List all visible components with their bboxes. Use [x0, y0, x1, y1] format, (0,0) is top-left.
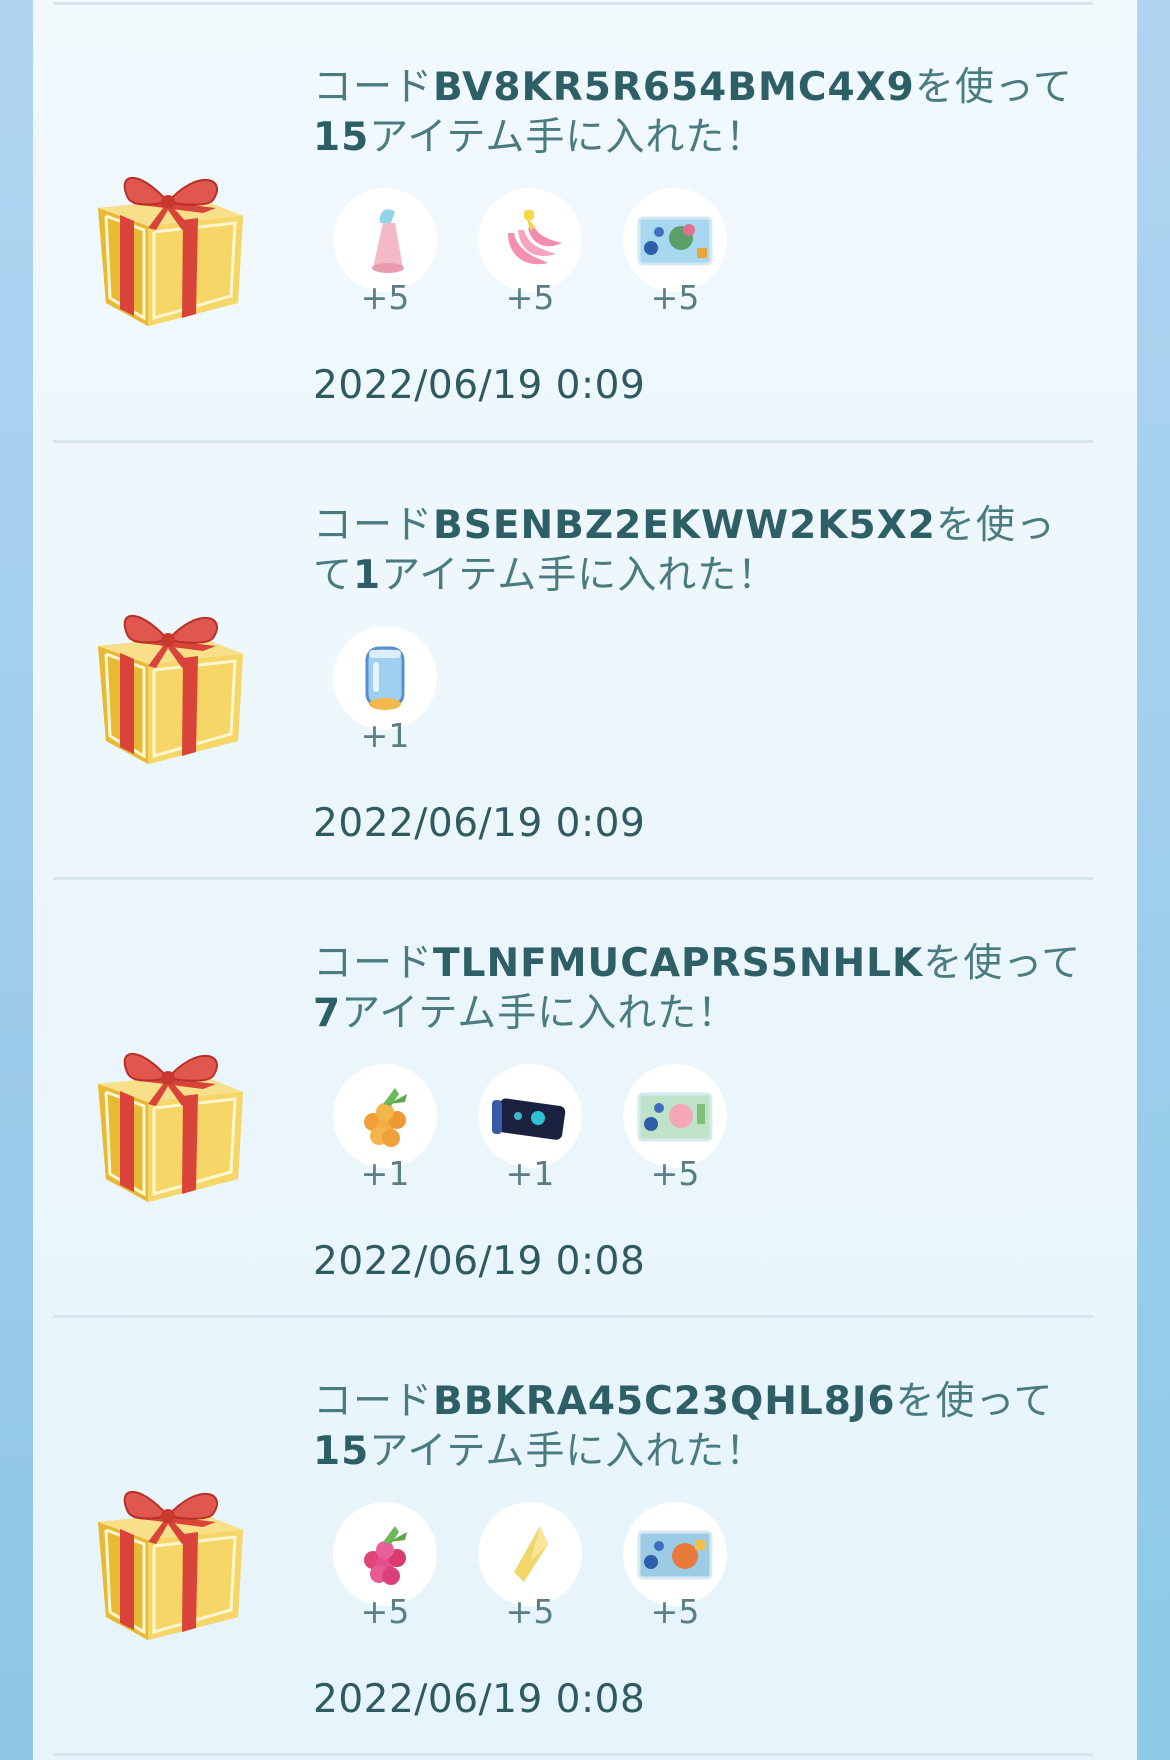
redeem-message: コードBBKRA45C23QHL8J6を使って15アイテム手に入れた！: [313, 1379, 1054, 1474]
razz-berry-icon: [333, 1502, 437, 1606]
reward-item: +1: [333, 626, 438, 755]
item-amount: +5: [650, 1592, 700, 1631]
reward-item: +5: [623, 1064, 728, 1193]
item-amount: +5: [505, 278, 555, 317]
item-count: 1: [353, 553, 382, 598]
item-amount: +5: [505, 1592, 555, 1631]
gift-box-icon: [78, 1452, 248, 1652]
star-piece-icon: [478, 1502, 582, 1606]
reward-item: +1: [333, 1064, 438, 1193]
item-amount: +5: [650, 278, 700, 317]
gift-box-icon: [78, 138, 248, 338]
list-item: コードBSENBZ2EKWW2K5X2を使って1アイテム手に入れた！ +1 20…: [33, 446, 1137, 884]
item-count: 15: [313, 1429, 370, 1474]
promo-code: TLNFMUCAPRS5NHLK: [433, 941, 924, 986]
list-item: コードBBKRA45C23QHL8J6を使って15アイテム手に入れた！ +5 +…: [33, 1322, 1137, 1760]
gift-box-icon: [78, 1014, 248, 1214]
reward-item: +5: [623, 188, 728, 317]
reward-item: +5: [478, 188, 583, 317]
promo-code: BBKRA45C23QHL8J6: [433, 1379, 896, 1424]
reward-item: +5: [478, 1502, 583, 1631]
timestamp: 2022/06/19 0:09: [313, 801, 646, 846]
item-amount: +1: [505, 1154, 555, 1193]
promo-code: BV8KR5R654BMC4X9: [433, 65, 915, 110]
redeem-message: コードBSENBZ2EKWW2K5X2を使って1アイテム手に入れた！: [313, 503, 1056, 598]
divider: [53, 2, 1093, 5]
reward-item: +5: [623, 1502, 728, 1631]
item-amount: +1: [360, 1154, 410, 1193]
left-border: [0, 0, 33, 1760]
reward-item: +5: [333, 188, 438, 317]
gift-box-icon: [78, 576, 248, 776]
sticker-icon: [623, 1502, 727, 1606]
incense-icon: [333, 188, 437, 292]
reward-item: +1: [478, 1064, 583, 1193]
item-amount: +5: [360, 278, 410, 317]
item-amount: +1: [360, 716, 410, 755]
right-border: [1137, 0, 1170, 1760]
item-count: 15: [313, 115, 370, 160]
nanab-berry-icon: [478, 188, 582, 292]
timestamp: 2022/06/19 0:08: [313, 1677, 646, 1722]
rocket-radar-icon: [478, 1064, 582, 1168]
reward-item: +5: [333, 1502, 438, 1631]
redeem-message: コードBV8KR5R654BMC4X9を使って 15アイテム手に入れた！: [313, 65, 1073, 160]
golden-razz-berry-icon: [333, 1064, 437, 1168]
item-amount: +5: [360, 1592, 410, 1631]
sticker-icon: [623, 1064, 727, 1168]
timestamp: 2022/06/19 0:08: [313, 1239, 646, 1284]
redeem-message: コードTLNFMUCAPRS5NHLKを使って 7アイテム手に入れた！: [313, 941, 1082, 1036]
incubator-icon: [333, 626, 437, 730]
list-item: コードBV8KR5R654BMC4X9を使って15アイテム手に入れた！ +5: [33, 8, 1137, 446]
item-count: 7: [313, 991, 342, 1036]
item-amount: +5: [650, 1154, 700, 1193]
sticker-icon: [623, 188, 727, 292]
promo-code: BSENBZ2EKWW2K5X2: [433, 503, 936, 548]
list-item: コードTLNFMUCAPRS5NHLKを使って 7アイテム手に入れた！ +1 +…: [33, 884, 1137, 1322]
timestamp: 2022/06/19 0:09: [313, 363, 646, 408]
